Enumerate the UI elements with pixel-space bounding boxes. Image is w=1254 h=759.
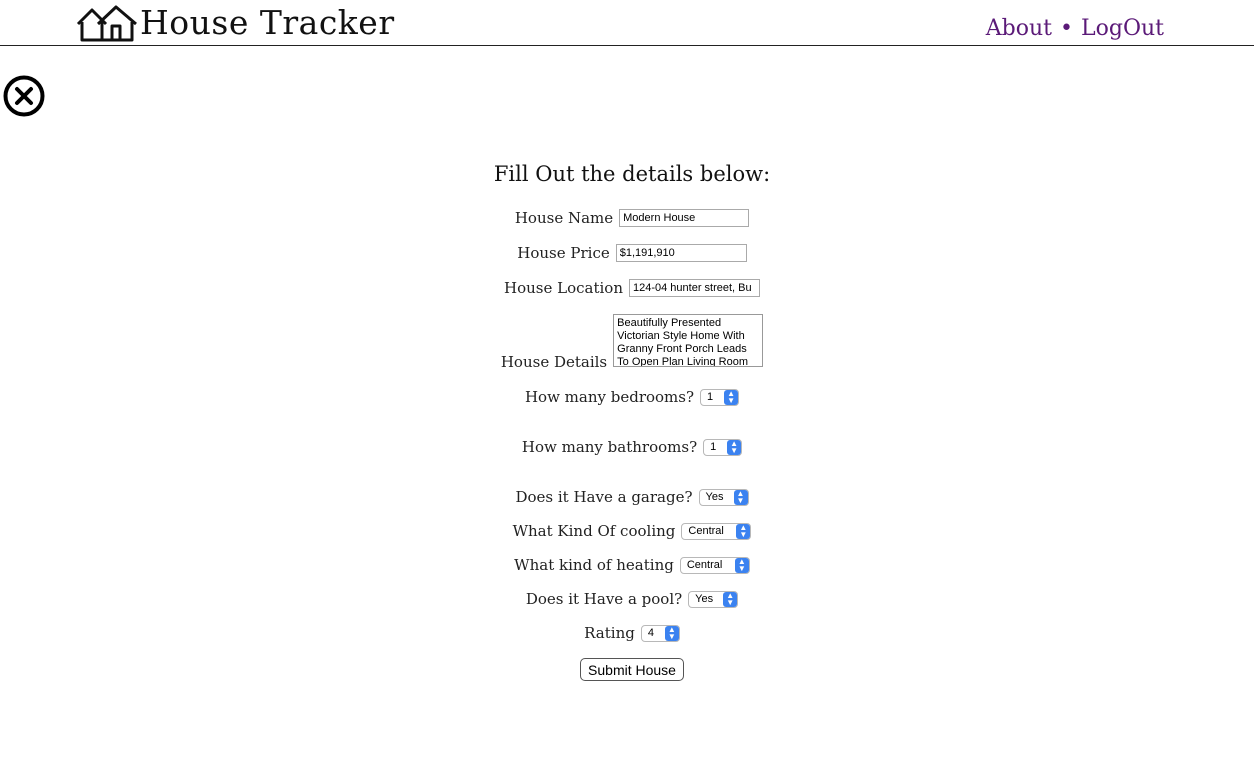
house-name-input[interactable] — [619, 209, 750, 227]
chevron-updown-icon: ▲ ▼ — [727, 439, 742, 455]
house-name-label: House Name — [514, 209, 614, 227]
house-price-label: House Price — [517, 244, 610, 262]
close-circle-icon[interactable] — [3, 75, 45, 117]
house-price-row: House Price — [0, 244, 1254, 262]
chevron-updown-icon: ▲ ▼ — [736, 523, 751, 539]
garage-label: Does it Have a garage? — [515, 488, 693, 506]
house-name-row: House Name — [0, 209, 1254, 227]
form-title: Fill Out the details below: — [493, 162, 771, 186]
cooling-label: What Kind Of cooling — [512, 522, 676, 540]
heating-select[interactable]: Central ▲ ▼ — [679, 556, 750, 574]
heating-value: Central — [686, 559, 723, 571]
app-header: House Tracker About • LogOut — [0, 0, 1254, 46]
pool-row: Does it Have a pool? Yes ▲ ▼ — [0, 590, 1254, 608]
submit-house-button[interactable]: Submit House — [580, 658, 684, 681]
nav-separator: • — [1060, 16, 1074, 41]
app-title[interactable]: House Tracker — [140, 3, 395, 42]
top-nav: About • LogOut — [986, 16, 1164, 41]
cooling-select[interactable]: Central ▲ ▼ — [681, 522, 752, 540]
bedrooms-row: How many bedrooms? 1 ▲ ▼ — [0, 388, 1254, 406]
bedrooms-label: How many bedrooms? — [524, 388, 695, 406]
chevron-updown-icon: ▲ ▼ — [664, 625, 679, 641]
rating-row: Rating 4 ▲ ▼ — [0, 624, 1254, 642]
bedrooms-value: 1 — [707, 391, 714, 403]
garage-row: Does it Have a garage? Yes ▲ ▼ — [0, 488, 1254, 506]
rating-value: 4 — [647, 627, 654, 639]
chevron-updown-icon: ▲ ▼ — [734, 557, 749, 573]
pool-label: Does it Have a pool? — [525, 590, 683, 608]
house-details-textarea[interactable]: Beautifully Presented Victorian Style Ho… — [613, 314, 764, 367]
house-details-label: House Details — [500, 353, 608, 371]
chevron-updown-icon: ▲ ▼ — [723, 591, 738, 607]
bathrooms-label: How many bathrooms? — [521, 438, 698, 456]
pool-select[interactable]: Yes ▲ ▼ — [688, 590, 739, 608]
cooling-value: Central — [688, 525, 724, 537]
bathrooms-select[interactable]: 1 ▲ ▼ — [703, 438, 743, 456]
pool-value: Yes — [695, 593, 714, 605]
bathrooms-row: How many bathrooms? 1 ▲ ▼ — [0, 438, 1254, 456]
house-price-input[interactable] — [615, 244, 747, 262]
garage-value: Yes — [705, 491, 724, 503]
bathrooms-value: 1 — [710, 441, 717, 453]
heating-row: What kind of heating Central ▲ ▼ — [0, 556, 1254, 574]
nav-logout-link[interactable]: LogOut — [1081, 16, 1164, 41]
house-location-row: House Location — [0, 279, 1254, 297]
nav-about-link[interactable]: About — [986, 16, 1052, 41]
garage-select[interactable]: Yes ▲ ▼ — [698, 488, 749, 506]
bedrooms-select[interactable]: 1 ▲ ▼ — [700, 388, 740, 406]
chevron-updown-icon: ▲ ▼ — [724, 389, 739, 405]
house-details-row: House Details Beautifully Presented Vict… — [0, 314, 1254, 371]
house-location-label: House Location — [504, 279, 623, 297]
submit-row: Submit House — [0, 658, 1254, 681]
heating-label: What kind of heating — [514, 556, 674, 574]
rating-label: Rating — [584, 624, 635, 642]
chevron-updown-icon: ▲ ▼ — [733, 489, 748, 505]
rating-select[interactable]: 4 ▲ ▼ — [640, 624, 680, 642]
house-logo-icon — [76, 5, 137, 42]
house-location-input[interactable] — [628, 279, 760, 297]
cooling-row: What Kind Of cooling Central ▲ ▼ — [0, 522, 1254, 540]
